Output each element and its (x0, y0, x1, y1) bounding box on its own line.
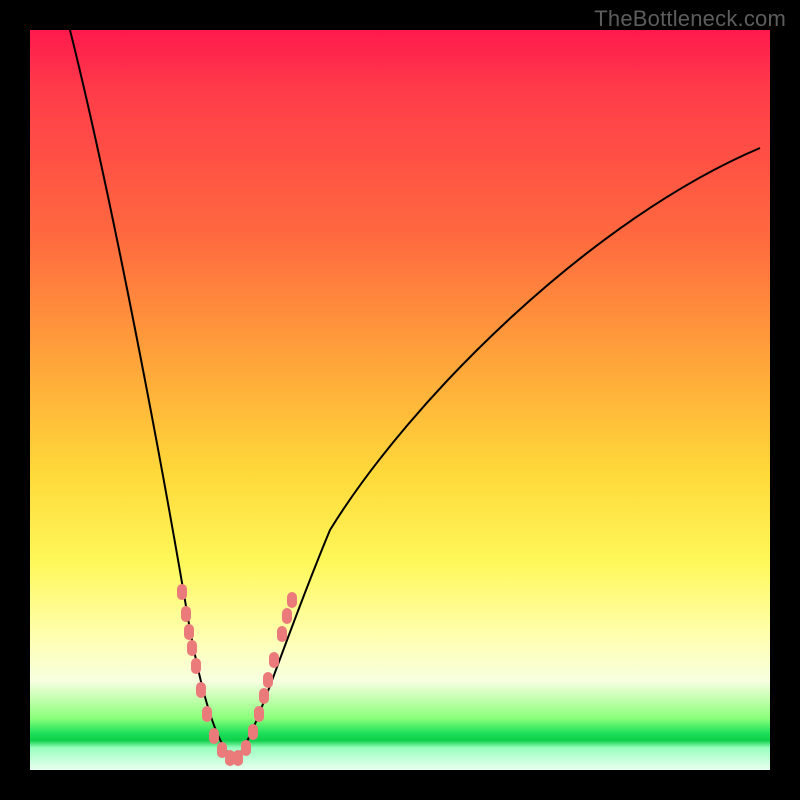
data-marker (187, 640, 197, 656)
data-marker (269, 652, 279, 668)
data-marker (259, 688, 269, 704)
data-marker (177, 584, 187, 600)
data-marker (202, 706, 212, 722)
data-marker (241, 740, 251, 756)
data-marker (196, 682, 206, 698)
data-marker (184, 624, 194, 640)
curve-right-branch (235, 148, 760, 760)
data-marker (263, 672, 273, 688)
data-marker (277, 626, 287, 642)
outer-frame: TheBottleneck.com (0, 0, 800, 800)
data-marker (181, 606, 191, 622)
data-marker (287, 592, 297, 608)
marker-group (177, 584, 297, 766)
chart-svg (30, 30, 770, 770)
watermark-text: TheBottleneck.com (594, 6, 786, 32)
data-marker (209, 728, 219, 744)
data-marker (248, 724, 258, 740)
plot-area (30, 30, 770, 770)
data-marker (191, 658, 201, 674)
curve-left-branch (70, 30, 235, 760)
data-marker (282, 608, 292, 624)
data-marker (254, 706, 264, 722)
